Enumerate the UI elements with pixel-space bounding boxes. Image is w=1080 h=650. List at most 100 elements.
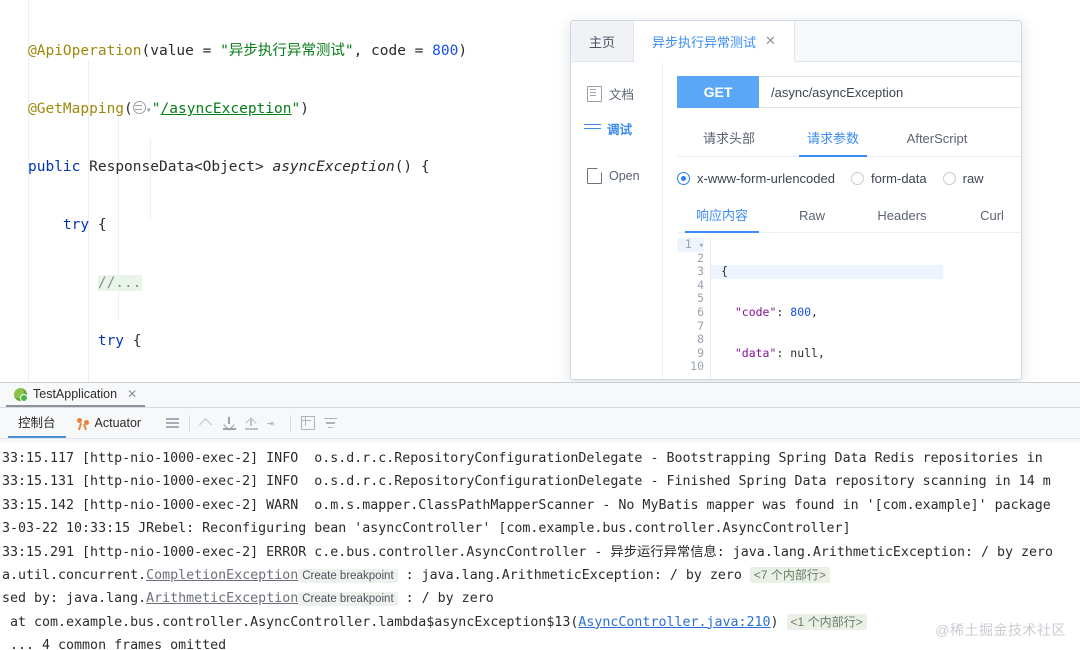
radio-x-www-form-urlencoded-label: x-www-form-urlencoded <box>697 171 835 186</box>
request-bar: GET /async/asyncException <box>677 76 1021 108</box>
console-line: 33:15.117 [http-nio-1000-exec-2] INFO o.… <box>0 447 1080 470</box>
json-line-number: 6 <box>697 304 704 319</box>
api-main-content: GET /async/asyncException 请求头部 请求参数 Afte… <box>663 62 1021 379</box>
close-icon[interactable]: ✕ <box>765 33 776 49</box>
console-text: : java.lang.ArithmeticException: / by ze… <box>397 567 750 583</box>
response-json-code: { "code": 800, "data": null, "msg": "操作成… <box>711 238 943 379</box>
body-type-radio-group: x-www-form-urlencoded form-data raw <box>677 171 1021 186</box>
create-breakpoint-badge[interactable]: Create breakpoint <box>298 568 398 583</box>
tab-response-curl[interactable]: Curl <box>947 202 1021 232</box>
json-line-number: 7 <box>697 318 704 333</box>
radio-raw[interactable]: raw <box>942 171 984 186</box>
sidebar-item-debug[interactable]: 调试 <box>571 111 662 146</box>
api-tool-window[interactable]: 主页 异步执行异常测试 ✕ 文档 调试 Open GET /async/asyn… <box>570 20 1022 380</box>
soft-wrap-icon[interactable] <box>161 412 183 434</box>
console-text: : / by zero <box>397 591 494 607</box>
folded-lines-badge[interactable]: <1 个内部行> <box>786 613 867 630</box>
tab-response-body[interactable]: 响应内容 <box>677 202 767 233</box>
fold-marker-icon[interactable]: ▾ <box>699 241 704 251</box>
console-text: at com.example.bus.controller.AsyncContr… <box>2 614 579 630</box>
console-line: a.util.concurrent.CompletionException Cre… <box>0 564 1080 587</box>
console-link[interactable]: ArithmeticException <box>146 591 298 606</box>
response-tab-bar: 响应内容 Raw Headers Curl <box>677 202 1021 233</box>
toolbar-divider <box>189 415 191 431</box>
run-panel-toolbar: 控制台 Actuator ⇥ <box>0 408 1080 439</box>
response-json-gutter: 1 ▾ 2 3 4 5 6 7 8 9 10 <box>677 237 711 379</box>
web-globe-icon[interactable] <box>132 101 146 114</box>
run-tab-bar: TestApplication ✕ <box>0 383 1080 408</box>
json-line: { <box>711 265 943 279</box>
console-text: ... 4 common frames omitted <box>2 638 227 650</box>
api-tab-home[interactable]: 主页 <box>571 21 635 61</box>
console-text: ) <box>770 614 787 630</box>
json-line-number: 4 <box>697 277 704 292</box>
console-text: sed by: java.lang. <box>2 591 147 607</box>
tab-response-raw[interactable]: Raw <box>767 202 857 232</box>
console-link[interactable]: CompletionException <box>146 568 298 583</box>
json-line-number: 5 <box>697 291 704 306</box>
json-line-number: 10 <box>690 359 704 374</box>
request-url-input[interactable]: /async/asyncException <box>759 76 1021 108</box>
sidebar-item-open[interactable]: Open <box>571 160 662 192</box>
response-json-viewer[interactable]: 1 ▾ 2 3 4 5 6 7 8 9 10 { "code": 800, "d… <box>677 237 1021 379</box>
console-text: a.util.concurrent. <box>2 567 147 583</box>
file-icon <box>587 168 602 184</box>
code-line: @GetMapping(▾"/asyncException") <box>28 101 309 117</box>
tab-after-script[interactable]: AfterScript <box>885 124 989 156</box>
scroll-up-icon[interactable] <box>196 412 218 434</box>
json-line-number: 2 <box>697 250 704 265</box>
console-text: 33:15.117 [http-nio-1000-exec-2] INFO o.… <box>2 451 1051 466</box>
api-body: 文档 调试 Open GET /async/asyncException 请求头… <box>571 62 1021 379</box>
json-line-number: 1 ▾ <box>677 237 704 252</box>
tab-actuator-label: Actuator <box>94 415 142 430</box>
ide-run-panel: TestApplication ✕ 控制台 Actuator ⇥ 33:15.1… <box>0 382 1080 650</box>
console-text: 33:15.131 [http-nio-1000-exec-2] INFO o.… <box>2 474 1051 490</box>
sidebar-item-document-label: 文档 <box>609 88 635 102</box>
print-icon[interactable]: ⇥ <box>262 412 284 434</box>
tab-request-params[interactable]: 请求参数 <box>781 124 885 157</box>
console-line: ... 4 common frames omitted <box>0 634 1080 650</box>
console-file-link[interactable]: AsyncController.java:210 <box>578 615 770 630</box>
json-line-number: 8 <box>697 332 704 347</box>
scroll-to-start-icon[interactable] <box>240 412 262 434</box>
close-icon[interactable]: ✕ <box>127 387 137 401</box>
radio-raw-label: raw <box>962 171 984 186</box>
run-tab-testapplication[interactable]: TestApplication ✕ <box>6 384 146 407</box>
radio-button-icon <box>942 172 956 185</box>
api-tab-bar: 主页 异步执行异常测试 ✕ <box>571 21 1021 62</box>
api-sidebar: 文档 调试 Open <box>571 62 663 379</box>
sidebar-item-debug-label: 调试 <box>607 123 633 137</box>
create-breakpoint-badge[interactable]: Create breakpoint <box>298 592 398 607</box>
filter-icon[interactable] <box>319 412 341 434</box>
radio-button-icon <box>850 172 864 185</box>
radio-x-www-form-urlencoded[interactable]: x-www-form-urlencoded <box>677 171 835 186</box>
toolbar-divider <box>290 415 292 431</box>
radio-form-data-label: form-data <box>870 171 927 186</box>
api-tab-home-label: 主页 <box>589 34 616 50</box>
json-line-number: 3 <box>697 264 704 279</box>
json-line-number: 9 <box>697 345 704 360</box>
console-text: 3-03-22 10:33:15 JRebel: Reconfiguring b… <box>2 521 851 537</box>
console-line: at com.example.bus.controller.AsyncContr… <box>0 611 1080 634</box>
scroll-to-end-icon[interactable] <box>218 412 240 434</box>
sidebar-item-open-label: Open <box>609 169 640 183</box>
api-tab-async-test-label: 异步执行异常测试 <box>652 34 757 50</box>
table-icon[interactable] <box>297 412 319 434</box>
tab-console[interactable]: 控制台 <box>8 409 66 438</box>
console-line: sed by: java.lang.ArithmeticException Cre… <box>0 587 1080 610</box>
console-line: 3-03-22 10:33:15 JRebel: Reconfiguring b… <box>0 517 1080 540</box>
tab-response-headers[interactable]: Headers <box>857 202 947 232</box>
console-line: 33:15.142 [http-nio-1000-exec-2] WARN o.… <box>0 494 1080 517</box>
api-tab-async-test[interactable]: 异步执行异常测试 ✕ <box>634 21 795 62</box>
tab-request-headers[interactable]: 请求头部 <box>677 124 781 156</box>
folded-lines-badge[interactable]: <7 个内部行> <box>749 566 830 583</box>
tab-actuator[interactable]: Actuator <box>66 409 152 438</box>
editor-code-text: @ApiOperation(value = "异步执行异常测试", code =… <box>28 8 598 382</box>
radio-form-data[interactable]: form-data <box>850 171 927 186</box>
json-line: "data": null, <box>734 345 825 360</box>
code-line: @ApiOperation(value = "异步执行异常测试", code =… <box>28 43 468 59</box>
console-text: 33:15.142 [http-nio-1000-exec-2] WARN o.… <box>2 497 1051 513</box>
console-output[interactable]: 33:15.117 [http-nio-1000-exec-2] INFO o.… <box>0 443 1080 650</box>
sidebar-item-document[interactable]: 文档 <box>571 76 662 111</box>
http-method-button[interactable]: GET <box>677 76 759 108</box>
